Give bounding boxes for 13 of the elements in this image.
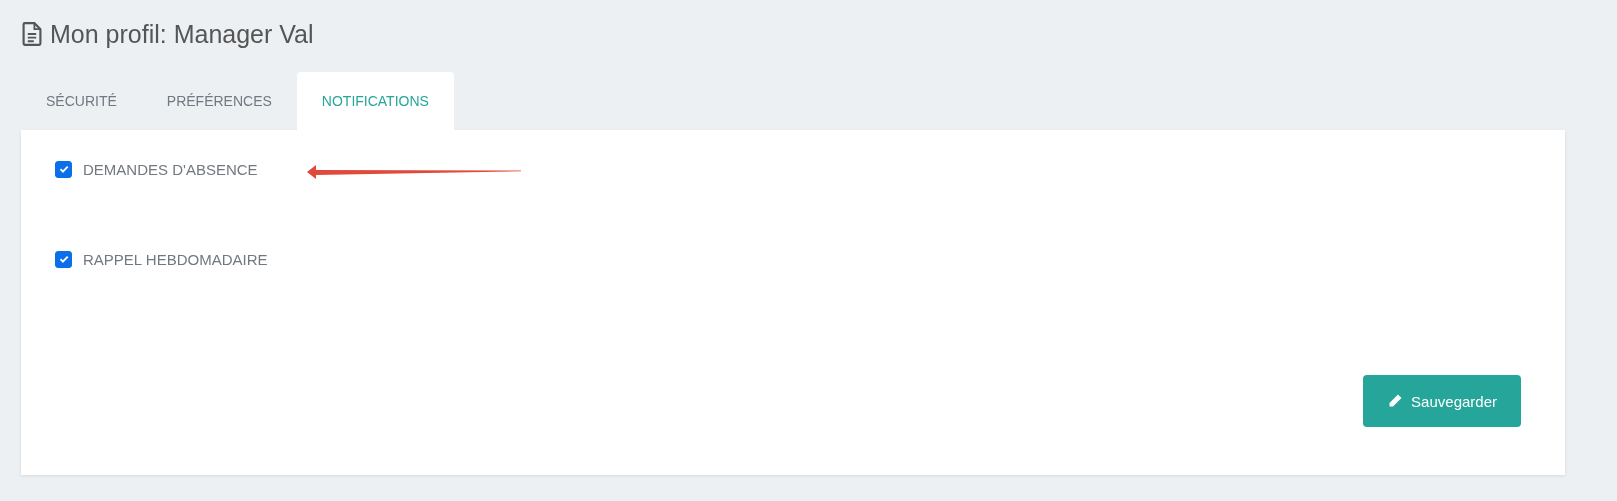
page-title: Mon profil: Manager Val <box>50 19 314 49</box>
pencil-icon <box>1387 393 1404 409</box>
checkbox-label: RAPPEL HEBDOMADAIRE <box>83 250 268 268</box>
tab[interactable]: SÉCURITÉ <box>21 72 142 130</box>
check-icon <box>57 253 70 265</box>
checkbox[interactable] <box>55 160 72 178</box>
document-icon <box>22 22 42 46</box>
tab[interactable]: NOTIFICATIONS <box>296 72 454 130</box>
checkbox-label: DEMANDES D'ABSENCE <box>83 160 258 178</box>
check-icon <box>57 163 70 175</box>
tab[interactable]: PRÉFÉRENCES <box>141 72 297 130</box>
save-button[interactable]: Sauvegarder <box>1363 375 1521 427</box>
checkbox[interactable] <box>55 250 72 268</box>
